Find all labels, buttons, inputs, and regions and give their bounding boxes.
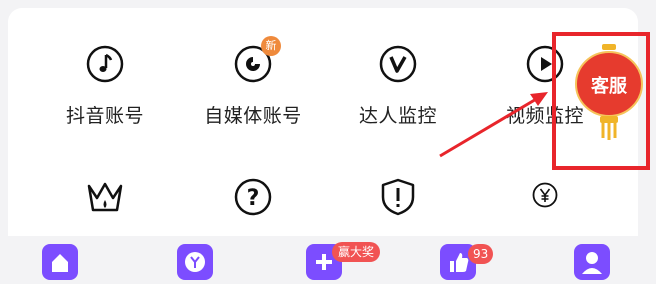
music-note-icon <box>86 45 124 83</box>
menu-item-influencer-monitor[interactable]: 达人监控 <box>338 45 458 128</box>
profile-icon <box>574 244 610 280</box>
menu-item-douyin-account[interactable]: 抖音账号 <box>45 45 165 128</box>
menu-item-label: 达人监控 <box>358 105 437 127</box>
v-icon <box>379 45 417 83</box>
menu-item-label: 抖音账号 <box>65 105 144 127</box>
tab-profile[interactable] <box>572 242 612 280</box>
menu-item-yen[interactable] <box>485 182 605 208</box>
menu-item-label: 自媒体账号 <box>204 105 302 127</box>
shield-alert-icon <box>381 178 415 216</box>
tab-wallet[interactable] <box>175 242 215 280</box>
question-icon: ? <box>234 178 272 216</box>
likes-count-badge: 93 <box>468 244 494 264</box>
tab-home[interactable] <box>40 242 80 280</box>
tab-likes[interactable]: 93 <box>438 242 494 280</box>
prize-badge: 赢大奖 <box>332 242 381 262</box>
yen-wallet-icon <box>177 244 213 280</box>
tab-add[interactable]: 赢大奖 <box>304 242 381 280</box>
menu-item-help[interactable]: ? <box>193 178 313 216</box>
home-icon <box>42 244 78 280</box>
menu-item-alert[interactable] <box>338 178 458 216</box>
customer-service-button[interactable]: 客服 <box>573 42 645 142</box>
customer-service-label: 客服 <box>591 76 627 97</box>
svg-text:?: ? <box>247 186 260 211</box>
crown-icon <box>87 182 123 212</box>
menu-item-media-account[interactable]: 新 自媒体账号 <box>193 36 313 128</box>
new-badge: 新 <box>261 36 281 56</box>
bottom-tab-bar: 赢大奖 93 <box>0 236 656 280</box>
menu-item-crown[interactable] <box>45 178 165 216</box>
yen-icon <box>532 182 558 208</box>
